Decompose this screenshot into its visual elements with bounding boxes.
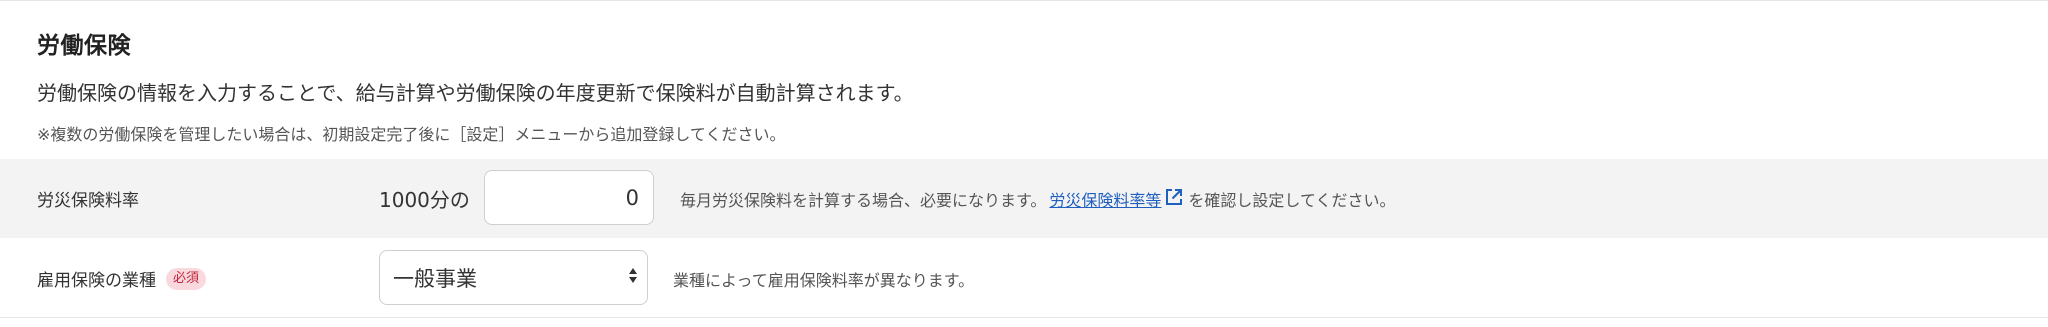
employment-insurance-type-row: 雇用保険の業種 必須 一般事業 業種によって雇用保険料率が異なります。 (0, 239, 2048, 318)
rate-help-suffix: を確認し設定してください。 (1188, 190, 1396, 210)
employment-type-label-text: 雇用保険の業種 (37, 271, 156, 291)
workers-comp-rate-link[interactable]: 労災保険料率等 (1049, 187, 1161, 211)
employment-type-help: 業種によって雇用保険料率が異なります。 (673, 270, 975, 290)
labor-insurance-section: 労働保険 労働保険の情報を入力することで、給与計算や労働保険の年度更新で保険料が… (0, 0, 2048, 327)
section-description: 労働保険の情報を入力することで、給与計算や労働保険の年度更新で保険料が自動計算さ… (37, 81, 914, 105)
workers-comp-rate-input[interactable] (484, 170, 654, 225)
industry-select[interactable]: 一般事業 (379, 250, 648, 305)
industry-select-value: 一般事業 (393, 266, 477, 291)
rate-help-text: 毎月労災保険料を計算する場合、必要になります。 (680, 190, 1047, 210)
workers-comp-rate-label: 労災保険料率 (37, 191, 139, 211)
workers-comp-rate-row: 労災保険料率 1000分の 毎月労災保険料を計算する場合、必要になります。 労災… (0, 159, 2048, 238)
required-badge: 必須 (166, 267, 207, 290)
employment-insurance-type-label: 雇用保険の業種 必須 (37, 239, 207, 318)
rate-prefix: 1000分の (379, 188, 470, 212)
section-title: 労働保険 (37, 33, 131, 59)
section-note: ※複数の労働保険を管理したい場合は、初期設定完了後に［設定］メニューから追加登録… (37, 125, 786, 144)
select-arrows-icon (629, 268, 637, 283)
workers-comp-rate-help: 毎月労災保険料を計算する場合、必要になります。 労災保険料率等 を確認し設定して… (680, 159, 1395, 238)
external-link-icon[interactable] (1164, 187, 1184, 211)
